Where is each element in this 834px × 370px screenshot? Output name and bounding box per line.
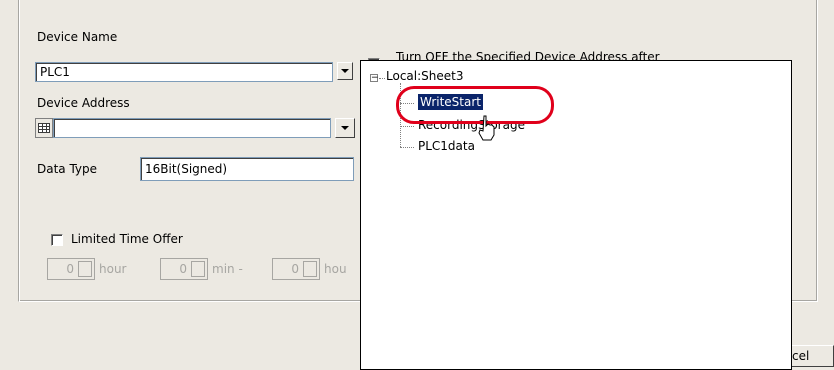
tree-root[interactable]: Local:Sheet3 (386, 69, 463, 83)
chevron-down-icon (341, 69, 349, 73)
hour-spinner-value: 0 (66, 262, 74, 276)
spinner-arrows-icon[interactable] (191, 261, 205, 277)
second-hour-spinner-value: 0 (291, 262, 299, 276)
keypad-button[interactable] (35, 118, 53, 138)
tree-connector (400, 126, 414, 127)
hour-spinner[interactable]: 0 (47, 258, 95, 280)
tree-item-plc1data[interactable]: PLC1data (418, 139, 475, 153)
limited-time-label: Limited Time Offer (71, 232, 183, 246)
device-name-combo[interactable]: PLC1 (35, 62, 333, 82)
device-address-field[interactable] (53, 118, 331, 138)
keypad-icon (38, 123, 50, 133)
hand-cursor-icon (478, 115, 495, 141)
device-name-label: Device Name (37, 30, 118, 44)
minute-unit-label: min - (212, 262, 243, 276)
device-name-dropdown-button[interactable] (337, 62, 353, 80)
device-address-dropdown-button[interactable] (335, 118, 355, 138)
minute-spinner-value: 0 (179, 262, 187, 276)
cancel-button[interactable]: cel (788, 345, 834, 367)
second-hour-spinner[interactable]: 0 (272, 258, 320, 280)
collapse-icon[interactable]: − (370, 74, 379, 83)
minute-spinner[interactable]: 0 (160, 258, 208, 280)
cancel-button-label: cel (792, 349, 810, 363)
spinner-arrows-icon[interactable] (78, 261, 92, 277)
tree-connector (400, 147, 414, 148)
chevron-down-icon (341, 126, 349, 130)
second-hour-unit-label: hou (324, 262, 347, 276)
data-type-field[interactable]: 16Bit(Signed) (140, 157, 354, 181)
data-type-label: Data Type (37, 162, 98, 176)
device-address-label: Device Address (37, 96, 130, 110)
spinner-arrows-icon[interactable] (303, 261, 317, 277)
tree-connector (379, 78, 385, 79)
highlight-ring (396, 86, 554, 124)
hour-unit-label: hour (99, 262, 127, 276)
limited-time-checkbox[interactable] (51, 234, 63, 246)
